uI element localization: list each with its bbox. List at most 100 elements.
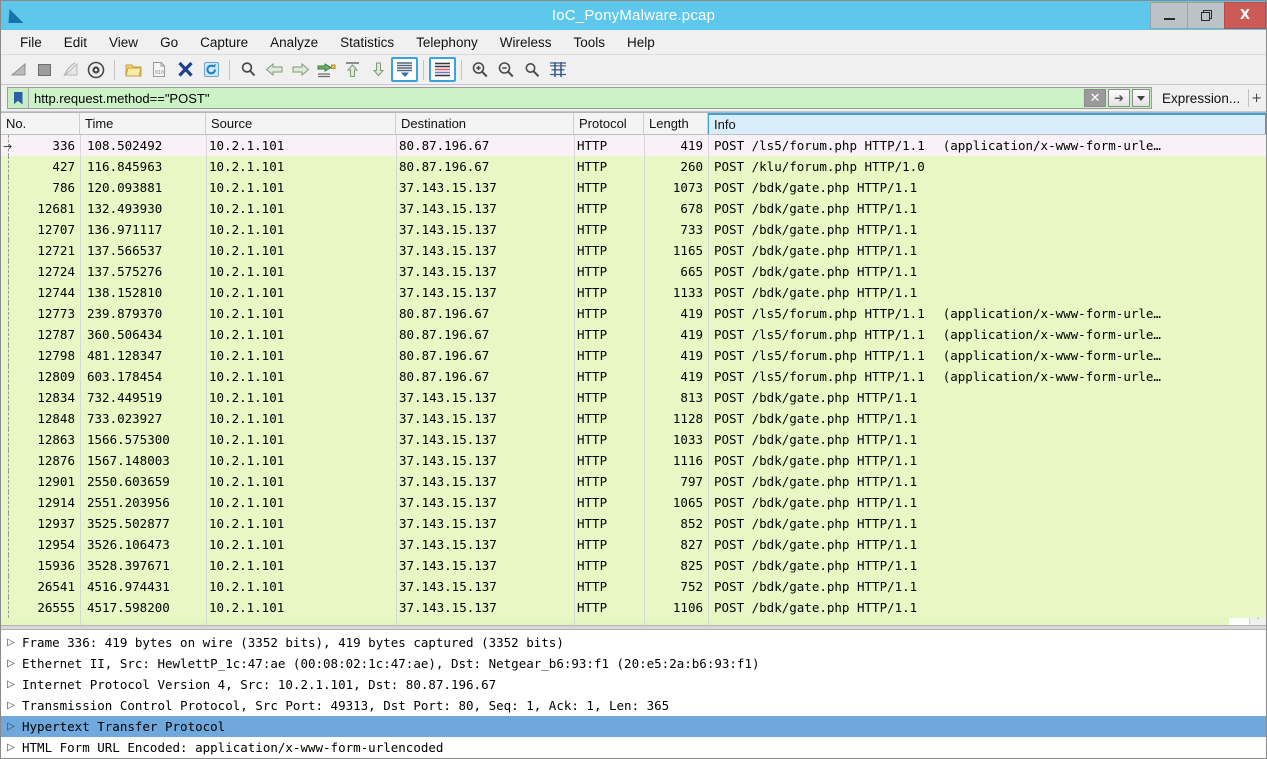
cell-length: 813 [680, 390, 703, 405]
colorize-packets-icon[interactable] [429, 57, 456, 82]
table-row[interactable]: 26555 4517.598200 10.2.1.101 37.143.15.137 H… [1, 597, 1266, 618]
zoom-in-icon[interactable] [467, 57, 493, 83]
table-row[interactable]: 12707 136.971117 10.2.1.101 37.143.15.137 HT… [1, 219, 1266, 240]
table-row[interactable]: 12798 481.128347 10.2.1.101 80.87.196.67 HTT… [1, 345, 1266, 366]
table-row[interactable]: 12848 733.023927 10.2.1.101 37.143.15.137 HT… [1, 408, 1266, 429]
apply-filter-button[interactable]: ➜ [1108, 89, 1131, 107]
zoom-reset-icon[interactable] [519, 57, 545, 83]
expand-triangle-icon[interactable]: ▷ [1, 637, 21, 648]
table-row[interactable]: → 336 108.502492 10.2.1.101 80.87.196.67 HTTP… [1, 135, 1266, 156]
cell-no: 12744 [37, 285, 75, 300]
capture-options-icon[interactable] [83, 57, 109, 83]
start-capture-icon[interactable] [5, 57, 31, 83]
table-row[interactable]: 12773 239.879370 10.2.1.101 80.87.196.67 HTT… [1, 303, 1266, 324]
table-row[interactable]: 12937 3525.502877 10.2.1.101 37.143.15.137 H… [1, 513, 1266, 534]
table-row[interactable]: 12876 1567.148003 10.2.1.101 37.143.15.137 H… [1, 450, 1266, 471]
stop-capture-icon[interactable] [31, 57, 57, 83]
detail-row[interactable]: ▷ HTML Form URL Encoded: application/x-ww… [1, 737, 1266, 758]
table-row[interactable]: 12721 137.566537 10.2.1.101 37.143.15.137 HT… [1, 240, 1266, 261]
menu-statistics[interactable]: Statistics [329, 32, 405, 53]
menu-view[interactable]: View [98, 32, 149, 53]
detail-row[interactable]: ▷ Transmission Control Protocol, Src Port… [1, 695, 1266, 716]
cell-no: 12937 [37, 516, 75, 531]
zoom-out-icon[interactable] [493, 57, 519, 83]
save-file-icon[interactable]: 010 [146, 57, 172, 83]
table-row[interactable]: 12914 2551.203956 10.2.1.101 37.143.15.137 H… [1, 492, 1266, 513]
table-row[interactable]: 12787 360.506434 10.2.1.101 80.87.196.67 HTT… [1, 324, 1266, 345]
resize-columns-icon[interactable] [545, 57, 571, 83]
info-text: POST /klu/forum.php HTTP/1.0 [714, 159, 925, 174]
close-button[interactable]: X [1224, 2, 1266, 29]
table-row[interactable]: 12809 603.178454 10.2.1.101 80.87.196.67 HTT… [1, 366, 1266, 387]
reload-file-icon[interactable] [198, 57, 224, 83]
packet-list-body[interactable]: → 336 108.502492 10.2.1.101 80.87.196.67 HTTP… [1, 135, 1266, 625]
table-row[interactable]: 427 116.845963 10.2.1.101 80.87.196.67 HTTP 2… [1, 156, 1266, 177]
menu-edit[interactable]: Edit [53, 32, 98, 53]
bookmark-icon[interactable] [8, 88, 28, 108]
menu-file[interactable]: File [9, 32, 53, 53]
table-row[interactable]: 786 120.093881 10.2.1.101 37.143.15.137 HTTP… [1, 177, 1266, 198]
menu-capture[interactable]: Capture [189, 32, 259, 53]
go-forward-icon[interactable] [287, 57, 313, 83]
restart-capture-icon[interactable] [57, 57, 83, 83]
clear-filter-button[interactable]: ✕ [1084, 89, 1107, 107]
packet-marker: → [1, 135, 15, 156]
go-back-icon[interactable] [261, 57, 287, 83]
cell-destination: 80.87.196.67 [399, 327, 490, 342]
filter-history-button[interactable] [1132, 89, 1151, 107]
menu-go[interactable]: Go [149, 32, 189, 53]
add-filter-button-icon[interactable]: + [1249, 91, 1264, 106]
close-file-icon[interactable] [172, 57, 198, 83]
table-row[interactable]: 15936 3528.397671 10.2.1.101 37.143.15.137 H… [1, 555, 1266, 576]
go-to-packet-icon[interactable] [313, 57, 339, 83]
table-row[interactable]: 12863 1566.575300 10.2.1.101 37.143.15.137 H… [1, 429, 1266, 450]
column-header-protocol[interactable]: Protocol [574, 113, 644, 134]
go-to-first-packet-icon[interactable] [339, 57, 365, 83]
detail-row[interactable]: ▷ Hypertext Transfer Protocol [1, 716, 1266, 737]
menu-telephony[interactable]: Telephony [405, 32, 489, 53]
maximize-restore-button[interactable] [1187, 2, 1224, 29]
detail-row[interactable]: ▷ Ethernet II, Src: HewlettP_1c:47:ae (00… [1, 653, 1266, 674]
expand-triangle-icon[interactable]: ▷ [1, 721, 21, 732]
menu-help[interactable]: Help [616, 32, 666, 53]
cell-source: 10.2.1.101 [209, 558, 285, 573]
table-row[interactable]: 12834 732.449519 10.2.1.101 37.143.15.137 HT… [1, 387, 1266, 408]
column-header-no[interactable]: No. [1, 113, 80, 134]
auto-scroll-icon[interactable] [391, 57, 418, 82]
column-header-length[interactable]: Length [644, 113, 708, 134]
table-row[interactable]: 12681 132.493930 10.2.1.101 37.143.15.137 HT… [1, 198, 1266, 219]
menu-tools[interactable]: Tools [562, 32, 616, 53]
table-row[interactable]: 12954 3526.106473 10.2.1.101 37.143.15.137 H… [1, 534, 1266, 555]
find-packet-icon[interactable] [235, 57, 261, 83]
go-to-last-packet-icon[interactable] [365, 57, 391, 83]
column-header-time[interactable]: Time [80, 113, 206, 134]
packet-marker [1, 492, 15, 513]
menu-analyze[interactable]: Analyze [259, 32, 329, 53]
table-row[interactable]: 12744 138.152810 10.2.1.101 37.143.15.137 HT… [1, 282, 1266, 303]
table-row[interactable]: 12901 2550.603659 10.2.1.101 37.143.15.137 H… [1, 471, 1266, 492]
cell-info: POST /bdk/gate.php HTTP/1.1 [708, 201, 1266, 216]
cell-length: 419 [680, 306, 703, 321]
expand-triangle-icon[interactable]: ▷ [1, 679, 21, 690]
display-filter-input[interactable]: http.request.method=="POST" ✕ ➜ [7, 87, 1153, 109]
cell-source: 10.2.1.101 [209, 201, 285, 216]
column-header-info[interactable]: Info [708, 113, 1266, 134]
cell-protocol: HTTP [577, 411, 608, 426]
display-filter-value[interactable]: http.request.method=="POST" [28, 88, 1084, 108]
expand-triangle-icon[interactable]: ▷ [1, 658, 21, 669]
column-header-source[interactable]: Source [206, 113, 396, 134]
filter-expression-button[interactable]: Expression... [1152, 91, 1248, 106]
expand-triangle-icon[interactable]: ▷ [1, 742, 21, 753]
packet-details-pane[interactable]: ▷ Frame 336: 419 bytes on wire (3352 bits… [1, 630, 1266, 758]
info-text: POST /bdk/gate.php HTTP/1.1 [714, 600, 918, 615]
detail-row[interactable]: ▷ Frame 336: 419 bytes on wire (3352 bits… [1, 632, 1266, 653]
column-header-destination[interactable]: Destination [396, 113, 574, 134]
table-row[interactable]: 26541 4516.974431 10.2.1.101 37.143.15.137 H… [1, 576, 1266, 597]
detail-row[interactable]: ▷ Internet Protocol Version 4, Src: 10.2.… [1, 674, 1266, 695]
open-file-icon[interactable] [120, 57, 146, 83]
packet-list-pane: No. Time Source Destination Protocol Len… [1, 112, 1266, 625]
menu-wireless[interactable]: Wireless [489, 32, 563, 53]
expand-triangle-icon[interactable]: ▷ [1, 700, 21, 711]
table-row[interactable]: 12724 137.575276 10.2.1.101 37.143.15.137 HT… [1, 261, 1266, 282]
minimize-button[interactable] [1150, 2, 1187, 29]
